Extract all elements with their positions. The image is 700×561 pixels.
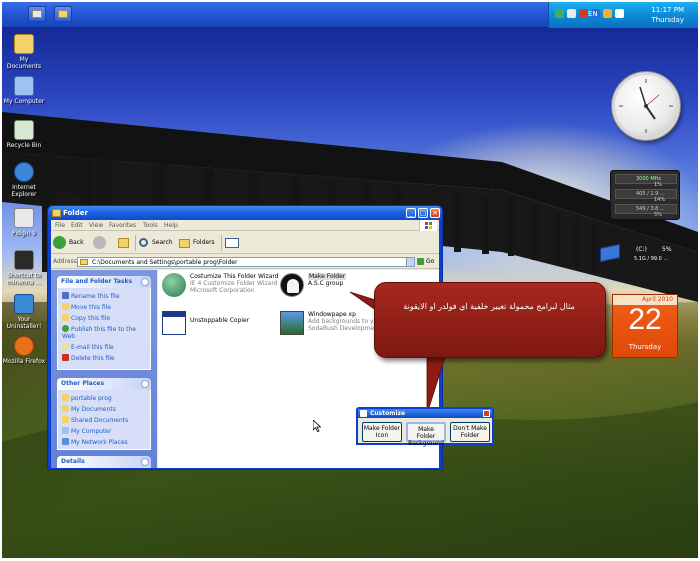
callout-box: مثال لبرامج محمولة تغيير خلفية اي فولدر … bbox=[374, 282, 606, 358]
make-folder-background-button[interactable]: Make Folder Background bbox=[406, 422, 446, 447]
dialog-close-button[interactable] bbox=[483, 410, 490, 417]
dialog-title: Customize bbox=[370, 410, 406, 417]
dialog-titlebar[interactable]: Customize bbox=[358, 409, 492, 418]
desktop: 11:17 PM Thursday EN My Documents My Com… bbox=[2, 2, 698, 558]
dialog-icon bbox=[360, 410, 367, 417]
make-folder-icon-button[interactable]: Make Folder Icon bbox=[362, 422, 402, 442]
dont-make-folder-button[interactable]: Don't Make Folder bbox=[450, 422, 490, 442]
callout-pointers bbox=[349, 291, 447, 415]
callout-text: مثال لبرامج محمولة تغيير خلفية اي فولدر … bbox=[403, 302, 575, 311]
customize-dialog: Customize Make Folder Icon Make Folder B… bbox=[356, 407, 494, 447]
